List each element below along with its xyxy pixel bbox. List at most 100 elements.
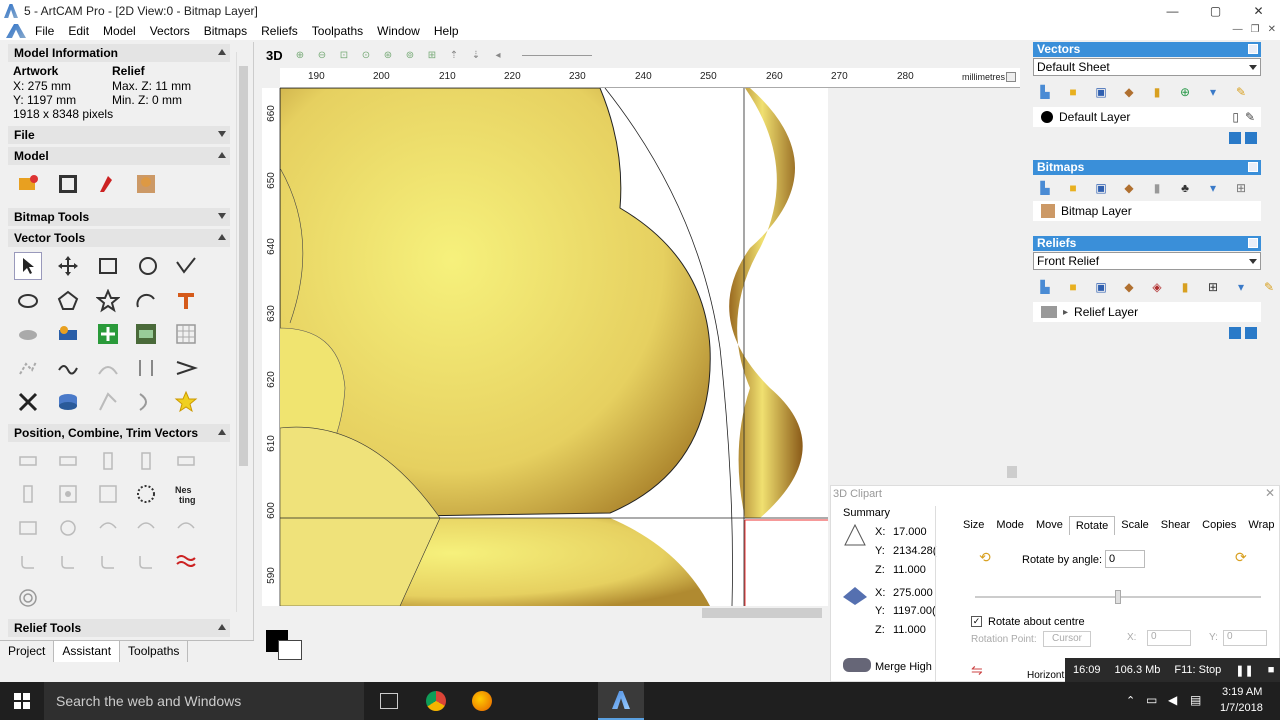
pin-icon[interactable] [1248,162,1258,172]
tab-project[interactable]: Project [0,641,55,662]
rotate-cw-icon[interactable]: ⟳ [1235,549,1259,565]
align-top-icon[interactable] [94,447,122,475]
arc-icon[interactable] [132,287,160,315]
rectangle-icon[interactable] [94,252,122,280]
move-down-icon[interactable] [1245,132,1257,144]
pin-icon[interactable] [1248,44,1258,54]
chamfer-corner-icon[interactable] [54,548,82,576]
back-icon[interactable]: ◂ [488,45,508,65]
extend-vector-icon[interactable] [94,388,122,416]
units-dropdown[interactable] [1006,72,1016,82]
circle-icon[interactable] [134,252,162,280]
bitmap-properties-icon[interactable]: ⊞ [1232,180,1250,196]
angle-slider[interactable] [975,590,1261,604]
minimize-button[interactable]: — [1151,0,1194,22]
layer-colour-dot[interactable] [1041,111,1053,123]
align-to-point-icon[interactable] [94,480,122,508]
zoom-in-icon[interactable]: ⊕ [290,45,310,65]
fillet-corner-icon[interactable] [14,548,42,576]
bitmap-layer-row[interactable]: Bitmap Layer [1033,201,1261,221]
tab-size[interactable]: Size [957,516,990,535]
align-centre-icon[interactable] [54,447,82,475]
chrome-icon[interactable] [426,691,446,711]
bend-vector-icon[interactable] [132,388,160,416]
mirror-vector-icon[interactable] [132,354,160,382]
tab-assistant[interactable]: Assistant [54,641,121,662]
polyline-icon[interactable] [172,252,200,280]
model-size-icon[interactable] [14,170,42,198]
menu-model[interactable]: Model [96,24,143,38]
intersect-vectors-icon[interactable] [94,514,122,542]
star-icon[interactable] [94,287,122,315]
edit-layer-icon[interactable]: ✎ [1245,110,1255,124]
open-icon[interactable]: ■ [1064,84,1082,100]
tab-shear[interactable]: Shear [1155,516,1196,535]
align-right-icon[interactable] [172,447,200,475]
3d-view-button[interactable]: 3D [266,48,288,63]
offset-corner-icon[interactable] [132,548,160,576]
rotate-ccw-icon[interactable]: ⟲ [979,549,1003,565]
menu-help[interactable]: Help [427,24,466,38]
tab-move[interactable]: Move [1030,516,1069,535]
merge-icon[interactable]: ◆ [1120,84,1138,100]
stop-icon[interactable]: ■ [1268,664,1275,676]
relief-tools-header[interactable]: Relief Tools [8,619,230,637]
windows-start-icon[interactable] [14,693,30,709]
angle-input[interactable]: 0 [1105,550,1145,568]
close-button[interactable]: ✕ [1237,0,1280,22]
zoom-previous-icon[interactable]: ⊙ [356,45,376,65]
file-section-header[interactable]: File [8,126,230,144]
menu-vectors[interactable]: Vectors [143,24,197,38]
menu-toolpaths[interactable]: Toolpaths [305,24,370,38]
clock-time[interactable]: 3:19 AM [1222,686,1262,698]
artcam-taskbar-button[interactable] [598,682,644,720]
tab-rotate[interactable]: Rotate [1068,516,1116,535]
combine-relief-icon[interactable]: ◈ [1148,279,1166,295]
notifications-icon[interactable]: ▤ [1190,693,1201,707]
zoom-selection-icon[interactable]: ⊚ [400,45,420,65]
wrap-vectors-icon[interactable] [172,514,200,542]
layer-down-icon[interactable]: ⇣ [466,45,486,65]
expand-icon[interactable]: ▸ [1063,307,1068,318]
zoom-out-icon[interactable]: ⊖ [312,45,332,65]
left-panel-scrollbar[interactable] [236,52,250,612]
align-middle-icon[interactable] [132,447,160,475]
rotate-about-centre-checkbox[interactable]: ✓ [971,616,982,627]
mdi-minimize-icon[interactable]: — [1233,24,1243,35]
new-bitmap-layer-icon[interactable]: ▙ [1036,180,1054,196]
open-bitmap-icon[interactable]: ■ [1064,180,1082,196]
select-arrow-icon[interactable] [14,252,42,280]
copy-relief-icon[interactable]: ▮ [1176,279,1194,295]
cursor-button[interactable]: Cursor [1043,631,1091,647]
properties-icon[interactable]: ✎ [1232,84,1250,100]
tab-toolpaths[interactable]: Toolpaths [120,641,189,662]
copy-bitmap-icon[interactable]: ▮ [1148,180,1166,196]
firefox-icon[interactable] [472,691,492,711]
model-image-icon[interactable] [132,170,160,198]
text-tool-icon[interactable] [172,287,200,315]
clock-date[interactable]: 1/7/2018 [1220,702,1263,714]
vector-nodes-icon[interactable] [14,354,42,382]
menu-edit[interactable]: Edit [61,24,96,38]
scrollbar-thumb[interactable] [702,608,822,618]
subtract-vectors-icon[interactable] [54,514,82,542]
bitmap-colour-icon[interactable]: ♣ [1176,180,1194,196]
wave-vectors-icon[interactable] [172,548,200,576]
ellipse-icon[interactable] [14,287,42,315]
model-calculator-icon[interactable] [54,170,82,198]
vector-sheet-select[interactable]: Default Sheet [1033,58,1261,76]
node-editing-icon[interactable] [94,320,122,348]
network-icon[interactable]: ▭ [1146,693,1157,707]
tab-copies[interactable]: Copies [1196,516,1242,535]
rotation-x-input[interactable]: 0 [1147,630,1191,646]
save-relief-icon[interactable]: ▣ [1092,279,1110,295]
colour-icon[interactable]: ⊕ [1176,84,1194,100]
task-view-icon[interactable] [380,693,398,709]
canvas-horizontal-scrollbar[interactable] [262,606,828,620]
model-section-header[interactable]: Model [8,147,230,165]
mirror-horizontal-icon[interactable]: ⇋ [971,662,995,680]
relief-properties-icon[interactable]: ✎ [1260,279,1278,295]
relief-select[interactable]: Front Relief [1033,252,1261,270]
default-layer-row[interactable]: Default Layer ▯ ✎ [1033,107,1261,127]
vector-doctor-icon[interactable] [54,320,82,348]
